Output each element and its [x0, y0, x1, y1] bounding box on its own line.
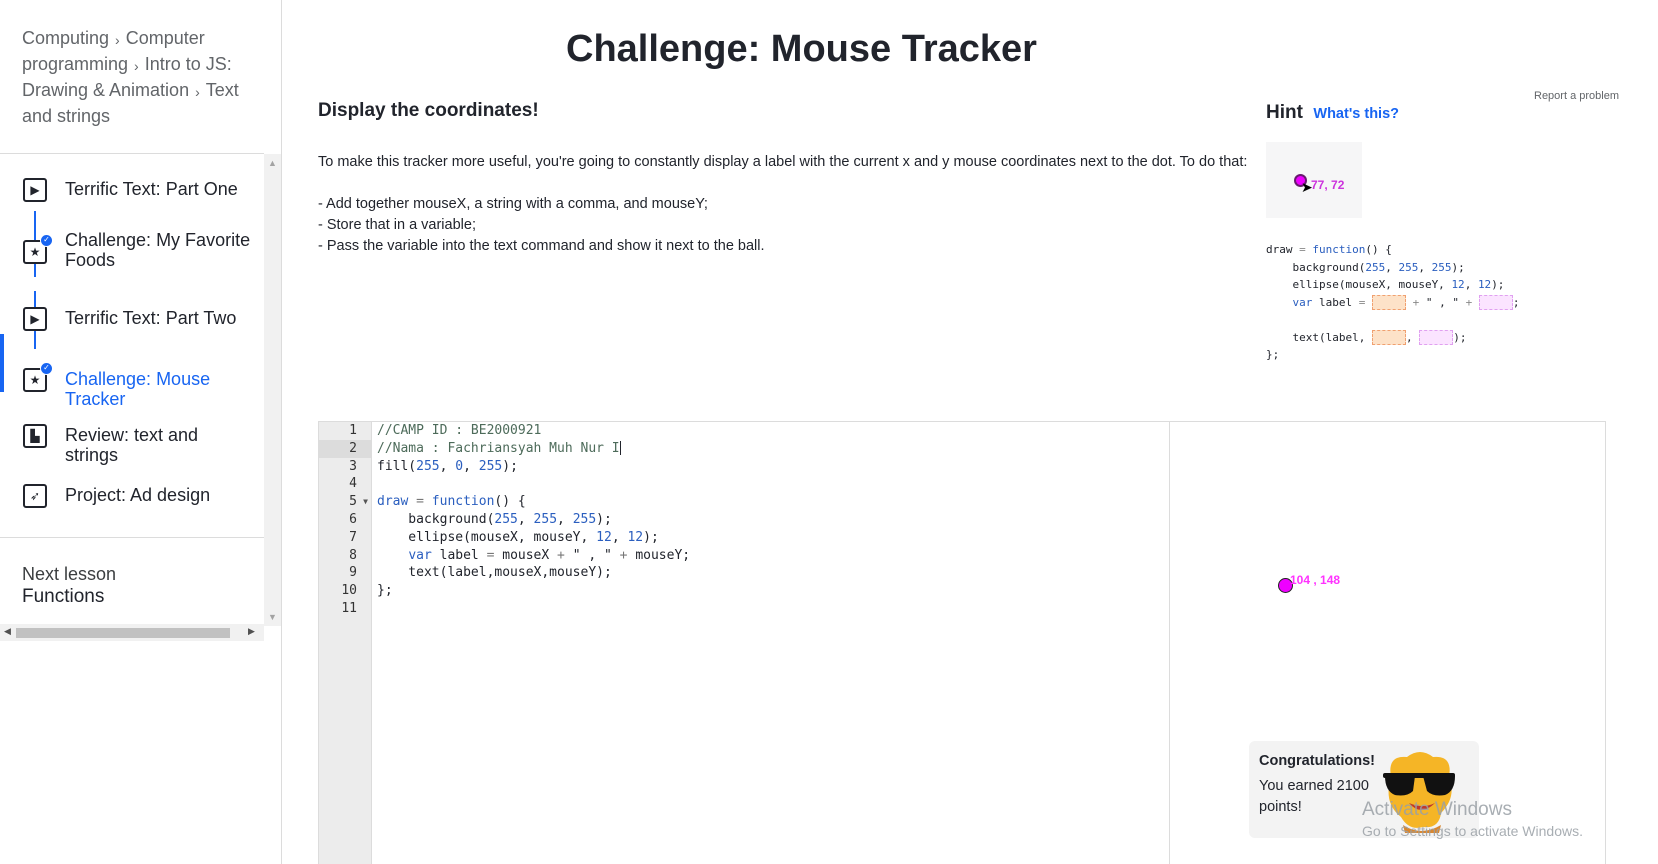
code-line[interactable] [377, 475, 1169, 493]
hint-blank [1478, 295, 1513, 310]
canvas-coordinates-label: 104 , 148 [1290, 573, 1341, 587]
line-number: 8 [349, 547, 357, 563]
lesson-label: Challenge: Mouse Tracker [65, 369, 211, 409]
lesson-label: Review: text and strings [65, 425, 199, 465]
lesson-item-project-ad-design[interactable]: ➶ Project: Ad design [0, 484, 264, 508]
checkmark-icon: ✓ [40, 234, 53, 247]
fold-arrow-icon[interactable]: ▼ [363, 493, 368, 511]
code-line[interactable]: var label = mouseX + " , " + mouseY; [377, 547, 1169, 565]
code-line[interactable]: draw = function() { [377, 493, 1169, 511]
lesson-label: Project: Ad design [65, 485, 211, 505]
sidebar: Computing › Computer programming › Intro to … [0, 0, 282, 864]
hint-preview-label: 77, 72 [1311, 178, 1345, 192]
line-number-gutter: 1 2 3 4 5 ▼ 6 7 8 9 10 11 [319, 422, 372, 864]
line-number: 6 [349, 511, 357, 527]
scroll-right-icon[interactable]: ▶ [248, 626, 255, 637]
instructions-body: To make this tracker more useful, you're… [318, 152, 1248, 257]
line-number: 4 [349, 476, 357, 492]
lesson-label: Terrific Text: Part Two [65, 308, 237, 328]
text-cursor [619, 441, 621, 456]
lesson-label: Challenge: My Favorite Foods [65, 230, 251, 270]
lesson-item-terrific-text-part-two[interactable]: ▶ Terrific Text: Part Two [0, 307, 264, 331]
sidebar-horizontal-scrollbar[interactable]: ◀ ▶ [0, 624, 264, 641]
rocket-icon: ➶ [23, 484, 47, 508]
instructions-intro: To make this tracker more useful, you're… [318, 154, 1248, 170]
line-number: 2 [319, 439, 371, 458]
hint-blank [1419, 330, 1454, 345]
report-problem-link[interactable]: Report a problem [1534, 90, 1619, 102]
code-line[interactable] [377, 600, 1169, 618]
code-area[interactable]: //CAMP ID : BE2000921 //Nama : Fachrians… [377, 422, 1169, 618]
code-line[interactable]: ellipse(mouseX, mouseY, 12, 12); [377, 529, 1169, 547]
watermark-line: Activate Windows [1362, 799, 1512, 820]
instruction-step: - Add together mouseX, a string with a c… [318, 196, 708, 212]
code-line[interactable]: //CAMP ID : BE2000921 [377, 422, 1169, 440]
lesson-list: ▶ Terrific Text: Part One ★ ✓ Challenge:… [0, 158, 264, 538]
lesson-item-challenge-my-favorite-foods[interactable]: ★ ✓ Challenge: My Favorite Foods [0, 228, 264, 272]
line-number: 7 [349, 529, 357, 545]
play-icon: ▶ [23, 307, 47, 331]
app-root: Computing › Computer programming › Intro to … [0, 0, 1658, 864]
hint-preview: ➤ 77, 72 [1266, 142, 1362, 218]
divider [0, 153, 264, 154]
next-lesson-link[interactable]: Next lesson Functions [22, 563, 116, 609]
watermark-line: Go to Settings to activate Windows. [1362, 823, 1583, 839]
activation-watermark: Activate Windows Go to Settings to activ… [1362, 799, 1583, 839]
line-number: 3 [349, 458, 357, 474]
play-icon: ▶ [23, 178, 47, 202]
toast-title: Congratulations! [1259, 753, 1375, 769]
code-line[interactable]: fill(255, 0, 255); [377, 458, 1169, 476]
breadcrumb: Computing › Computer programming › Intro to … [22, 26, 262, 129]
instruction-step: - Store that in a variable; [318, 217, 476, 233]
document-icon: ▙ [23, 424, 47, 448]
line-number: 11 [341, 600, 357, 616]
scroll-left-icon[interactable]: ◀ [4, 626, 11, 637]
chevron-right-icon: › [115, 32, 120, 48]
next-lesson-caption: Next lesson [22, 564, 117, 584]
chevron-right-icon: › [134, 58, 139, 74]
lesson-item-challenge-mouse-tracker[interactable]: ★ ✓ Challenge: Mouse Tracker [0, 354, 264, 409]
hint-code: draw = function() { background(255, 255,… [1266, 243, 1520, 361]
checkmark-icon: ✓ [40, 362, 53, 375]
sidebar-vertical-scrollbar[interactable]: ▲ ▼ [264, 154, 281, 626]
divider [0, 537, 264, 538]
lesson-label: Terrific Text: Part One [65, 179, 238, 199]
next-lesson-title: Functions [22, 586, 105, 607]
code-editor[interactable]: 1 2 3 4 5 ▼ 6 7 8 9 10 11 //CAMP ID : BE2… [318, 421, 1170, 864]
hint-blank [1371, 330, 1406, 345]
line-number: 10 [341, 583, 357, 599]
lesson-item-review-text-and-strings[interactable]: ▙ Review: text and strings [0, 424, 264, 465]
chevron-right-icon: › [195, 84, 200, 100]
whats-this-link[interactable]: What's this? [1313, 106, 1399, 122]
toast-body: You earned 2100 points! [1259, 778, 1369, 815]
line-number: 1 [349, 423, 357, 438]
hint-blank [1371, 295, 1406, 310]
hint-header: Hint What's this? [1266, 102, 1399, 124]
hint-title: Hint [1266, 102, 1303, 123]
page-title: Challenge: Mouse Tracker [566, 28, 1037, 70]
breadcrumb-computing[interactable]: Computing [22, 28, 109, 48]
code-line[interactable]: background(255, 255, 255); [377, 511, 1169, 529]
line-number: 5 ▼ [349, 493, 368, 511]
scroll-down-icon[interactable]: ▼ [268, 612, 277, 622]
instructions-heading: Display the coordinates! [318, 100, 539, 121]
line-number: 9 [349, 565, 357, 581]
scrollbar-thumb[interactable] [16, 628, 230, 638]
lesson-item-terrific-text-part-one[interactable]: ▶ Terrific Text: Part One [0, 178, 264, 202]
code-line[interactable]: text(label,mouseX,mouseY); [377, 564, 1169, 582]
instruction-step: - Pass the variable into the text comman… [318, 238, 765, 254]
code-line[interactable]: }; [377, 582, 1169, 600]
scroll-up-icon[interactable]: ▲ [268, 158, 277, 168]
code-line[interactable]: //Nama : Fachriansyah Muh Nur I [377, 440, 1169, 458]
